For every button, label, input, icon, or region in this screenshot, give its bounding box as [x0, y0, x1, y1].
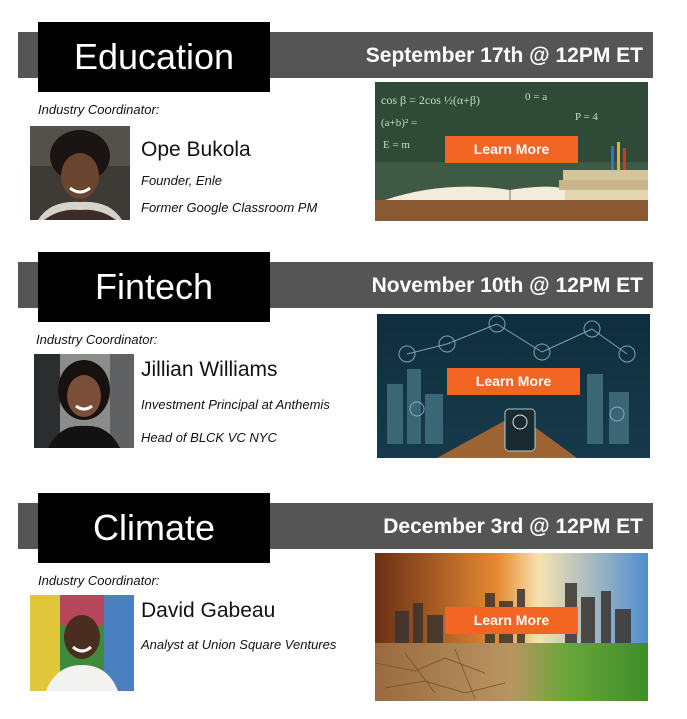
svg-text:P = 4: P = 4 [575, 111, 598, 123]
event-date: September 17th @ 12PM ET [365, 44, 643, 67]
education-banner-image[interactable]: cos β = 2cos ½(α+β) 0 = a (a+b)² = P = 4… [375, 82, 648, 221]
coordinator-name: David Gabeau [141, 599, 276, 622]
coordinator-label: Industry Coordinator: [38, 102, 160, 117]
svg-text:0 = a: 0 = a [525, 91, 547, 103]
learn-more-button[interactable]: Learn More [445, 607, 578, 634]
learn-more-button[interactable]: Learn More [447, 368, 580, 395]
coordinator-role: Analyst at Union Square Ventures [141, 637, 337, 652]
coordinator-role: Former Google Classroom PM [141, 200, 318, 215]
event-title: Fintech [38, 252, 270, 322]
coordinator-name: Jillian Williams [141, 358, 278, 381]
event-section-climate: December 3rd @ 12PM ET Climate Industry … [0, 491, 687, 706]
coordinator-photo [34, 354, 134, 448]
event-date: December 3rd @ 12PM ET [383, 515, 643, 538]
event-title: Climate [38, 493, 270, 563]
svg-text:cos β = 2cos ½(α+β): cos β = 2cos ½(α+β) [381, 93, 480, 107]
event-title: Education [38, 22, 270, 92]
coordinator-name: Ope Bukola [141, 138, 251, 161]
coordinator-label: Industry Coordinator: [36, 332, 158, 347]
fintech-banner-image[interactable]: Learn More [377, 314, 650, 458]
coordinator-role: Investment Principal at Anthemis [141, 397, 330, 412]
coordinator-label: Industry Coordinator: [38, 573, 160, 588]
svg-text:E = m: E = m [383, 139, 410, 151]
event-section-fintech: November 10th @ 12PM ET Fintech Industry… [0, 250, 687, 465]
climate-banner-image[interactable]: Learn More [375, 553, 648, 701]
svg-text:(a+b)² =: (a+b)² = [381, 117, 417, 129]
coordinator-role: Head of BLCK VC NYC [141, 430, 277, 445]
coordinator-role: Founder, Enle [141, 173, 222, 188]
learn-more-button[interactable]: Learn More [445, 136, 578, 163]
coordinator-photo [30, 126, 130, 220]
coordinator-photo [30, 595, 134, 691]
event-date: November 10th @ 12PM ET [371, 274, 643, 297]
event-section-education: September 17th @ 12PM ET Education Indus… [0, 20, 687, 235]
